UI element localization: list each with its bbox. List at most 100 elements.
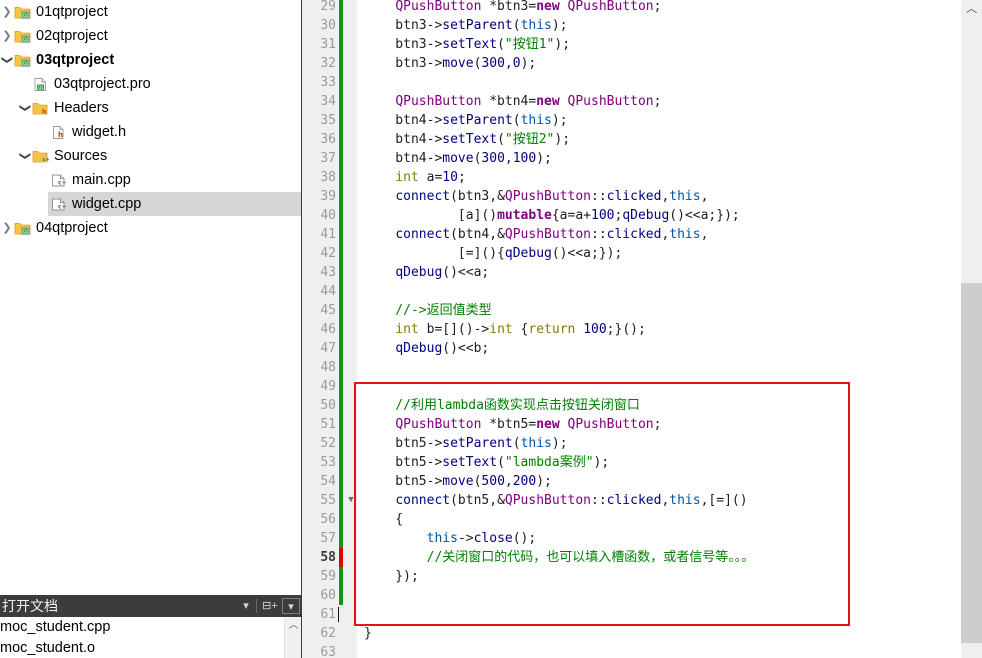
code-line[interactable]: 46 int b=[]()->int {return 100;}(); [302, 320, 955, 339]
tree-item-03qtproject[interactable]: ❯ Qt 03qtproject [0, 48, 302, 72]
change-bar-added [339, 396, 343, 415]
code-line[interactable]: 63 [302, 643, 955, 658]
code-line[interactable]: 61 [302, 605, 955, 624]
code-line[interactable]: 47 qDebug()<<b; [302, 339, 955, 358]
code-text: //关闭窗口的代码，也可以填入槽函数，或者信号等。。。 [364, 550, 755, 565]
change-bar-added [339, 168, 343, 187]
code-text: connect(btn4,&QPushButton::clicked,this, [395, 227, 709, 242]
close-pane-icon[interactable]: ▾ [282, 598, 300, 614]
code-line[interactable]: 58 //关闭窗口的代码，也可以填入槽函数，或者信号等。。。 [302, 548, 955, 567]
code-line[interactable]: 36 btn4->setText("按钮2"); [302, 130, 955, 149]
split-pane-icon[interactable]: ⊟+ [260, 598, 280, 614]
code-lines[interactable]: 29 QPushButton *btn3=new QPushButton; 30 … [302, 0, 955, 658]
code-line[interactable]: 62} [302, 624, 955, 643]
tree-item-label: Headers [54, 100, 109, 117]
code-line[interactable]: 59 }); [302, 567, 955, 586]
code-line[interactable]: 30 btn3->setParent(this); [302, 16, 955, 35]
svg-text:h: h [58, 131, 63, 139]
change-bar-added [339, 206, 343, 225]
line-number: 63 [320, 645, 336, 658]
line-number: 62 [320, 626, 336, 641]
code-line[interactable]: 42 [=](){qDebug()<<a;}); [302, 244, 955, 263]
code-line[interactable]: 43 qDebug()<<a; [302, 263, 955, 282]
code-line[interactable]: 54 btn5->move(500,200); [302, 472, 955, 491]
no-chevron-spacer [36, 192, 50, 216]
tree-item-label: 02qtproject [36, 28, 108, 45]
project-tree[interactable]: ❯ Qt 01qtproject ❯ Qt 02qtproject ❯ Qt 03qtproje… [0, 0, 302, 595]
tree-item-03qtproject-pro[interactable]: Qt 03qtproject.pro [0, 72, 302, 96]
change-bar-added [339, 358, 343, 377]
tree-item-sources[interactable]: ❯ c+ Sources [0, 144, 302, 168]
filter-dropdown-icon[interactable]: ▾ [238, 598, 254, 614]
qt-project-icon: Qt [14, 4, 31, 19]
line-number: 32 [320, 56, 336, 71]
editor-vertical-scrollbar[interactable]: ︿ [955, 0, 982, 658]
open-documents-scrollbar[interactable]: ︿ [284, 617, 302, 658]
headers-folder-icon: h [32, 100, 49, 115]
code-line[interactable]: 41 connect(btn4,&QPushButton::clicked,th… [302, 225, 955, 244]
change-bar-added [339, 244, 343, 263]
code-line[interactable]: 48 [302, 358, 955, 377]
code-text: qDebug()<<b; [395, 341, 490, 356]
line-number: 43 [320, 265, 336, 280]
tree-item-label: 03qtproject.pro [54, 76, 151, 93]
open-documents-list[interactable]: moc_student.cpp moc_student.o ︿ [0, 617, 302, 658]
code-line[interactable]: 57 this->close(); [302, 529, 955, 548]
code-line[interactable]: 32 btn3->move(300,0); [302, 54, 955, 73]
tree-item-widget-h[interactable]: h widget.h [0, 120, 302, 144]
code-line[interactable]: 37 btn4->move(300,100); [302, 149, 955, 168]
scrollbar-thumb[interactable] [961, 283, 982, 643]
open-document-row[interactable]: moc_student.o [0, 638, 302, 658]
header-separator [256, 599, 257, 613]
code-line[interactable]: 39 connect(btn3,&QPushButton::clicked,th… [302, 187, 955, 206]
scrollbar-up-arrow-icon[interactable]: ︿ [961, 0, 982, 18]
code-line[interactable]: 34 QPushButton *btn4=new QPushButton; [302, 92, 955, 111]
svg-text:c++: c++ [58, 179, 67, 186]
code-line[interactable]: 51 QPushButton *btn5=new QPushButton; [302, 415, 955, 434]
code-line[interactable]: 40 [a]()mutable{a=a+100;qDebug()<<a;}); [302, 206, 955, 225]
code-line[interactable]: 60 [302, 586, 955, 605]
qt-project-icon: Qt [14, 28, 31, 43]
change-bar-added [339, 510, 343, 529]
code-line[interactable]: 33 [302, 73, 955, 92]
code-line[interactable]: 52 btn5->setParent(this); [302, 434, 955, 453]
code-line[interactable]: 35 btn4->setParent(this); [302, 111, 955, 130]
open-document-row[interactable]: moc_student.cpp [0, 617, 302, 638]
code-line[interactable]: 55 ▼ connect(btn5,&QPushButton::clicked,t… [302, 491, 955, 510]
line-number: 35 [320, 113, 336, 128]
chevron-right-icon[interactable]: ❯ [0, 0, 14, 24]
line-number: 40 [320, 208, 336, 223]
tree-item-widget-cpp[interactable]: c++ widget.cpp [0, 192, 302, 216]
code-text: int a=10; [395, 170, 466, 185]
tree-item-02qtproject[interactable]: ❯ Qt 02qtproject [0, 24, 302, 48]
tree-item-main-cpp[interactable]: c++ main.cpp [0, 168, 302, 192]
code-line[interactable]: 29 QPushButton *btn3=new QPushButton; [302, 0, 955, 16]
line-number: 31 [320, 37, 336, 52]
change-bar-added [339, 472, 343, 491]
tree-item-headers[interactable]: ❯ h Headers [0, 96, 302, 120]
change-bar-added [339, 567, 343, 586]
change-bar-added [339, 35, 343, 54]
open-document-label: moc_student.o [0, 640, 96, 656]
code-line[interactable]: 50 //利用lambda函数实现点击按钮关闭窗口 [302, 396, 955, 415]
svg-text:Qt: Qt [23, 13, 29, 19]
code-line[interactable]: 56 { [302, 510, 955, 529]
code-line[interactable]: 38 int a=10; [302, 168, 955, 187]
chevron-right-icon[interactable]: ❯ [0, 216, 14, 240]
fold-toggle-icon[interactable]: ▼ [346, 491, 356, 510]
code-line[interactable]: 53 btn5->setText("lambda案例"); [302, 453, 955, 472]
line-number: 34 [320, 94, 336, 109]
scroll-up-icon[interactable]: ︿ [285, 617, 302, 634]
tree-item-04qtproject[interactable]: ❯ Qt 04qtproject [0, 216, 302, 240]
tree-item-01qtproject[interactable]: ❯ Qt 01qtproject [0, 0, 302, 24]
code-line[interactable]: 45 //->返回值类型 [302, 301, 955, 320]
code-line[interactable]: 44 [302, 282, 955, 301]
open-documents-rows[interactable]: moc_student.cpp moc_student.o [0, 617, 302, 658]
code-editor[interactable]: 29 QPushButton *btn3=new QPushButton; 30 … [302, 0, 955, 658]
line-number: 41 [320, 227, 336, 242]
svg-text:c+: c+ [42, 157, 49, 163]
code-text: //->返回值类型 [364, 303, 492, 318]
code-line[interactable]: 31 btn3->setText("按钮1"); [302, 35, 955, 54]
chevron-right-icon[interactable]: ❯ [0, 24, 14, 48]
code-line[interactable]: 49 [302, 377, 955, 396]
